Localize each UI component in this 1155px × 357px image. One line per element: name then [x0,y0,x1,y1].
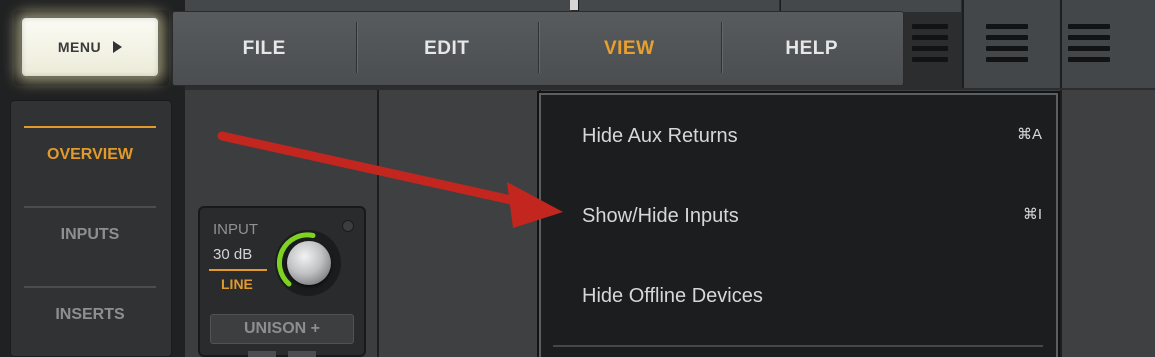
sidebar-item-inserts[interactable]: INSERTS [24,306,156,324]
menu-item-hide-aux-returns[interactable]: Hide Aux Returns ⌘A [541,107,1056,167]
status-led [342,220,354,232]
gain-knob[interactable] [287,241,331,285]
menu-button[interactable]: MENU [20,16,160,78]
play-arrow-icon [113,41,123,53]
menu-file[interactable]: FILE [173,12,356,85]
channel-column [379,90,541,357]
divider [209,269,267,271]
menu-item-label: Hide Offline Devices [582,285,763,307]
menu-item-label: Show/Hide Inputs [582,205,739,227]
input-source-label[interactable]: LINE [221,276,253,292]
control-stub [248,351,276,357]
control-stub [288,351,316,357]
sidebar-item-inputs[interactable]: INPUTS [24,226,156,244]
input-gain-value: 30 dB [213,246,253,263]
menu-separator [553,345,1043,347]
hamburger-icon[interactable] [1068,24,1110,62]
sidebar-active-indicator [24,126,156,128]
hamburger-icon[interactable] [986,24,1028,62]
divider [24,206,156,208]
divider [1060,0,1062,88]
menu-item-hide-offline-devices[interactable]: Hide Offline Devices [541,267,1056,327]
menu-bar: FILE EDIT VIEW HELP [172,11,904,86]
menu-item-shortcut: ⌘I [1022,206,1042,223]
menu-view[interactable]: VIEW [538,12,721,85]
menu-button-label: MENU [57,39,102,55]
fader-cap [570,0,578,10]
menu-item-shortcut: ⌘A [1016,126,1042,143]
menu-item-label: Hide Aux Returns [582,125,738,147]
channel-column [1060,90,1155,357]
divider [24,286,156,288]
sidebar-item-overview[interactable]: OVERVIEW [24,146,156,164]
unison-button[interactable]: UNISON + [210,314,354,344]
input-label: INPUT [213,221,258,238]
menu-edit[interactable]: EDIT [355,12,539,85]
menu-help[interactable]: HELP [720,12,904,85]
hamburger-icon[interactable] [912,24,948,62]
menu-item-show-hide-inputs[interactable]: Show/Hide Inputs ⌘I [541,187,1056,247]
view-dropdown-menu: Hide Aux Returns ⌘A Show/Hide Inputs ⌘I … [539,93,1058,357]
